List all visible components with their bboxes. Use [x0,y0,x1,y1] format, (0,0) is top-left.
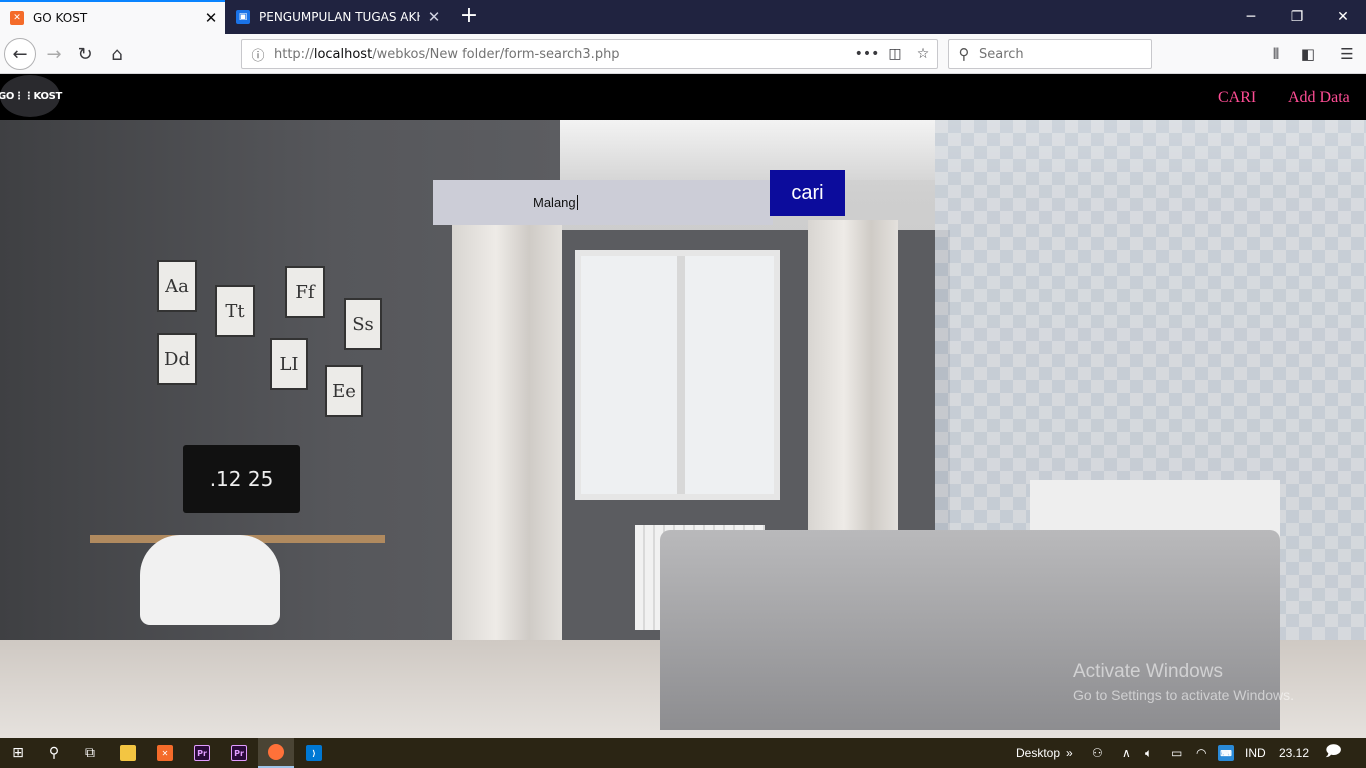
chair [140,535,280,625]
search-input[interactable]: Malang [433,180,773,225]
close-tab-icon[interactable]: ✕ [420,8,448,26]
browser-navbar: ← → ↻ ⌂ ⓘ http://localhost/webkos/New fo… [0,34,1366,74]
search-icon: ⚲ [958,45,970,63]
nav-link-cari[interactable]: CARI [1218,89,1256,107]
folder-icon [120,745,136,761]
tab-go-kost[interactable]: ✕ GO KOST ✕ [0,0,225,34]
battery-icon[interactable]: ▭ [1171,738,1182,768]
close-window-button[interactable]: ✕ [1320,0,1366,34]
site-navbar: GO⋮⋮KOST CARI Add Data [0,75,1366,120]
search-icon: ⚲ [48,745,60,761]
browser-tab-strip: ✕ GO KOST ✕ ▣ PENGUMPULAN TUGAS AKHIR ✕ … [0,0,1366,34]
poster-frame: Ff [285,266,325,318]
poster-frame: Dd [157,333,197,385]
tab-title: PENGUMPULAN TUGAS AKHIR [259,10,420,24]
chevron-double-icon[interactable]: » [1066,738,1073,768]
page-actions-icon[interactable]: ••• [853,46,881,62]
library-icon[interactable]: ⫴ [1260,38,1292,70]
windows-taskbar: ⊞ ⚲ ⧉ ✕ Pr Pr ⟩ Desktop » ⚇ ∧ 🔈︎ ▭ ◠ ⌨ I… [0,738,1366,768]
vscode-button[interactable]: ⟩ [296,738,332,768]
pocket-icon[interactable]: ◫ [881,46,909,62]
monitor: .12 25 [183,445,300,513]
people-icon[interactable]: ⚇ [1092,738,1103,768]
firefox-button[interactable] [258,738,294,768]
menu-icon[interactable]: ☰ [1331,38,1363,70]
wifi-icon[interactable]: ◠ [1196,738,1206,768]
cari-button[interactable]: cari [770,170,845,216]
search-taskbar-button[interactable]: ⚲ [36,738,72,768]
reload-button[interactable]: ↻ [69,38,101,70]
search-bar[interactable]: ⚲ Search [948,39,1152,69]
windows-logo-icon: ⊞ [12,745,24,761]
home-icon: ⌂ [111,43,123,65]
tab-title: GO KOST [33,11,88,25]
task-view-icon: ⧉ [85,745,95,761]
premiere-icon: Pr [231,745,247,761]
forward-button[interactable]: → [38,38,70,70]
poster-frame: LI [270,338,308,390]
poster-frame: Ss [344,298,382,350]
keyboard-icon[interactable]: ⌨ [1218,738,1234,768]
file-explorer-button[interactable] [110,738,146,768]
home-button[interactable]: ⌂ [101,38,133,70]
new-tab-button[interactable]: + [456,3,482,29]
reload-icon: ↻ [77,43,93,65]
close-tab-icon[interactable]: ✕ [197,9,225,27]
premiere-button-2[interactable]: Pr [221,738,257,768]
xampp-icon: ✕ [157,745,173,761]
restore-button[interactable]: ❐ [1274,0,1320,34]
firefox-icon [268,744,284,760]
text-caret [576,195,578,210]
sidebar-icon[interactable]: ◧ [1292,38,1324,70]
start-button[interactable]: ⊞ [0,738,36,768]
watermark-title: Activate Windows [1073,661,1223,682]
arrow-right-icon: → [46,43,62,65]
url-text[interactable]: http://localhost/webkos/New folder/form-… [274,47,853,62]
volume-icon[interactable]: 🔈︎ [1145,738,1152,768]
premiere-button[interactable]: Pr [184,738,220,768]
watermark-subtitle: Go to Settings to activate Windows. [1073,687,1294,703]
go-kost-logo[interactable]: GO⋮⋮KOST [0,75,62,117]
tab-pengumpulan[interactable]: ▣ PENGUMPULAN TUGAS AKHIR ✕ [226,0,448,34]
back-button[interactable]: ← [4,38,36,70]
bookmark-star-icon[interactable]: ☆ [909,46,937,62]
premiere-icon: Pr [194,745,210,761]
minimize-button[interactable]: ─ [1228,0,1274,34]
chevron-up-icon[interactable]: ∧ [1122,738,1131,768]
notifications-icon[interactable]: 🗩︎ [1325,738,1342,768]
xampp-button[interactable]: ✕ [147,738,183,768]
info-icon[interactable]: ⓘ [242,45,274,64]
nav-link-add-data[interactable]: Add Data [1288,89,1350,107]
language-indicator[interactable]: IND [1245,738,1266,768]
task-view-button[interactable]: ⧉ [72,738,108,768]
page-content: .12 25 Aa Tt Ff Ss Dd LI Ee GO⋮⋮KOST CAR… [0,75,1366,738]
desktop-toolbar-label[interactable]: Desktop [1016,738,1060,768]
vscode-icon: ⟩ [306,745,322,761]
poster-frame: Aa [157,260,197,312]
clock[interactable]: 23.12 [1279,738,1309,768]
poster-frame: Tt [215,285,255,337]
keyboard-app-icon: ⌨ [1218,745,1234,761]
xampp-icon: ✕ [10,11,24,25]
arrow-left-icon: ← [12,43,28,65]
search-placeholder: Search [979,46,1024,62]
url-bar[interactable]: ⓘ http://localhost/webkos/New folder/for… [241,39,938,69]
activate-windows-watermark: Activate Windows Go to Settings to activ… [1073,661,1294,703]
poster-frame: Ee [325,365,363,417]
window [575,250,780,500]
classroom-icon: ▣ [236,10,250,24]
